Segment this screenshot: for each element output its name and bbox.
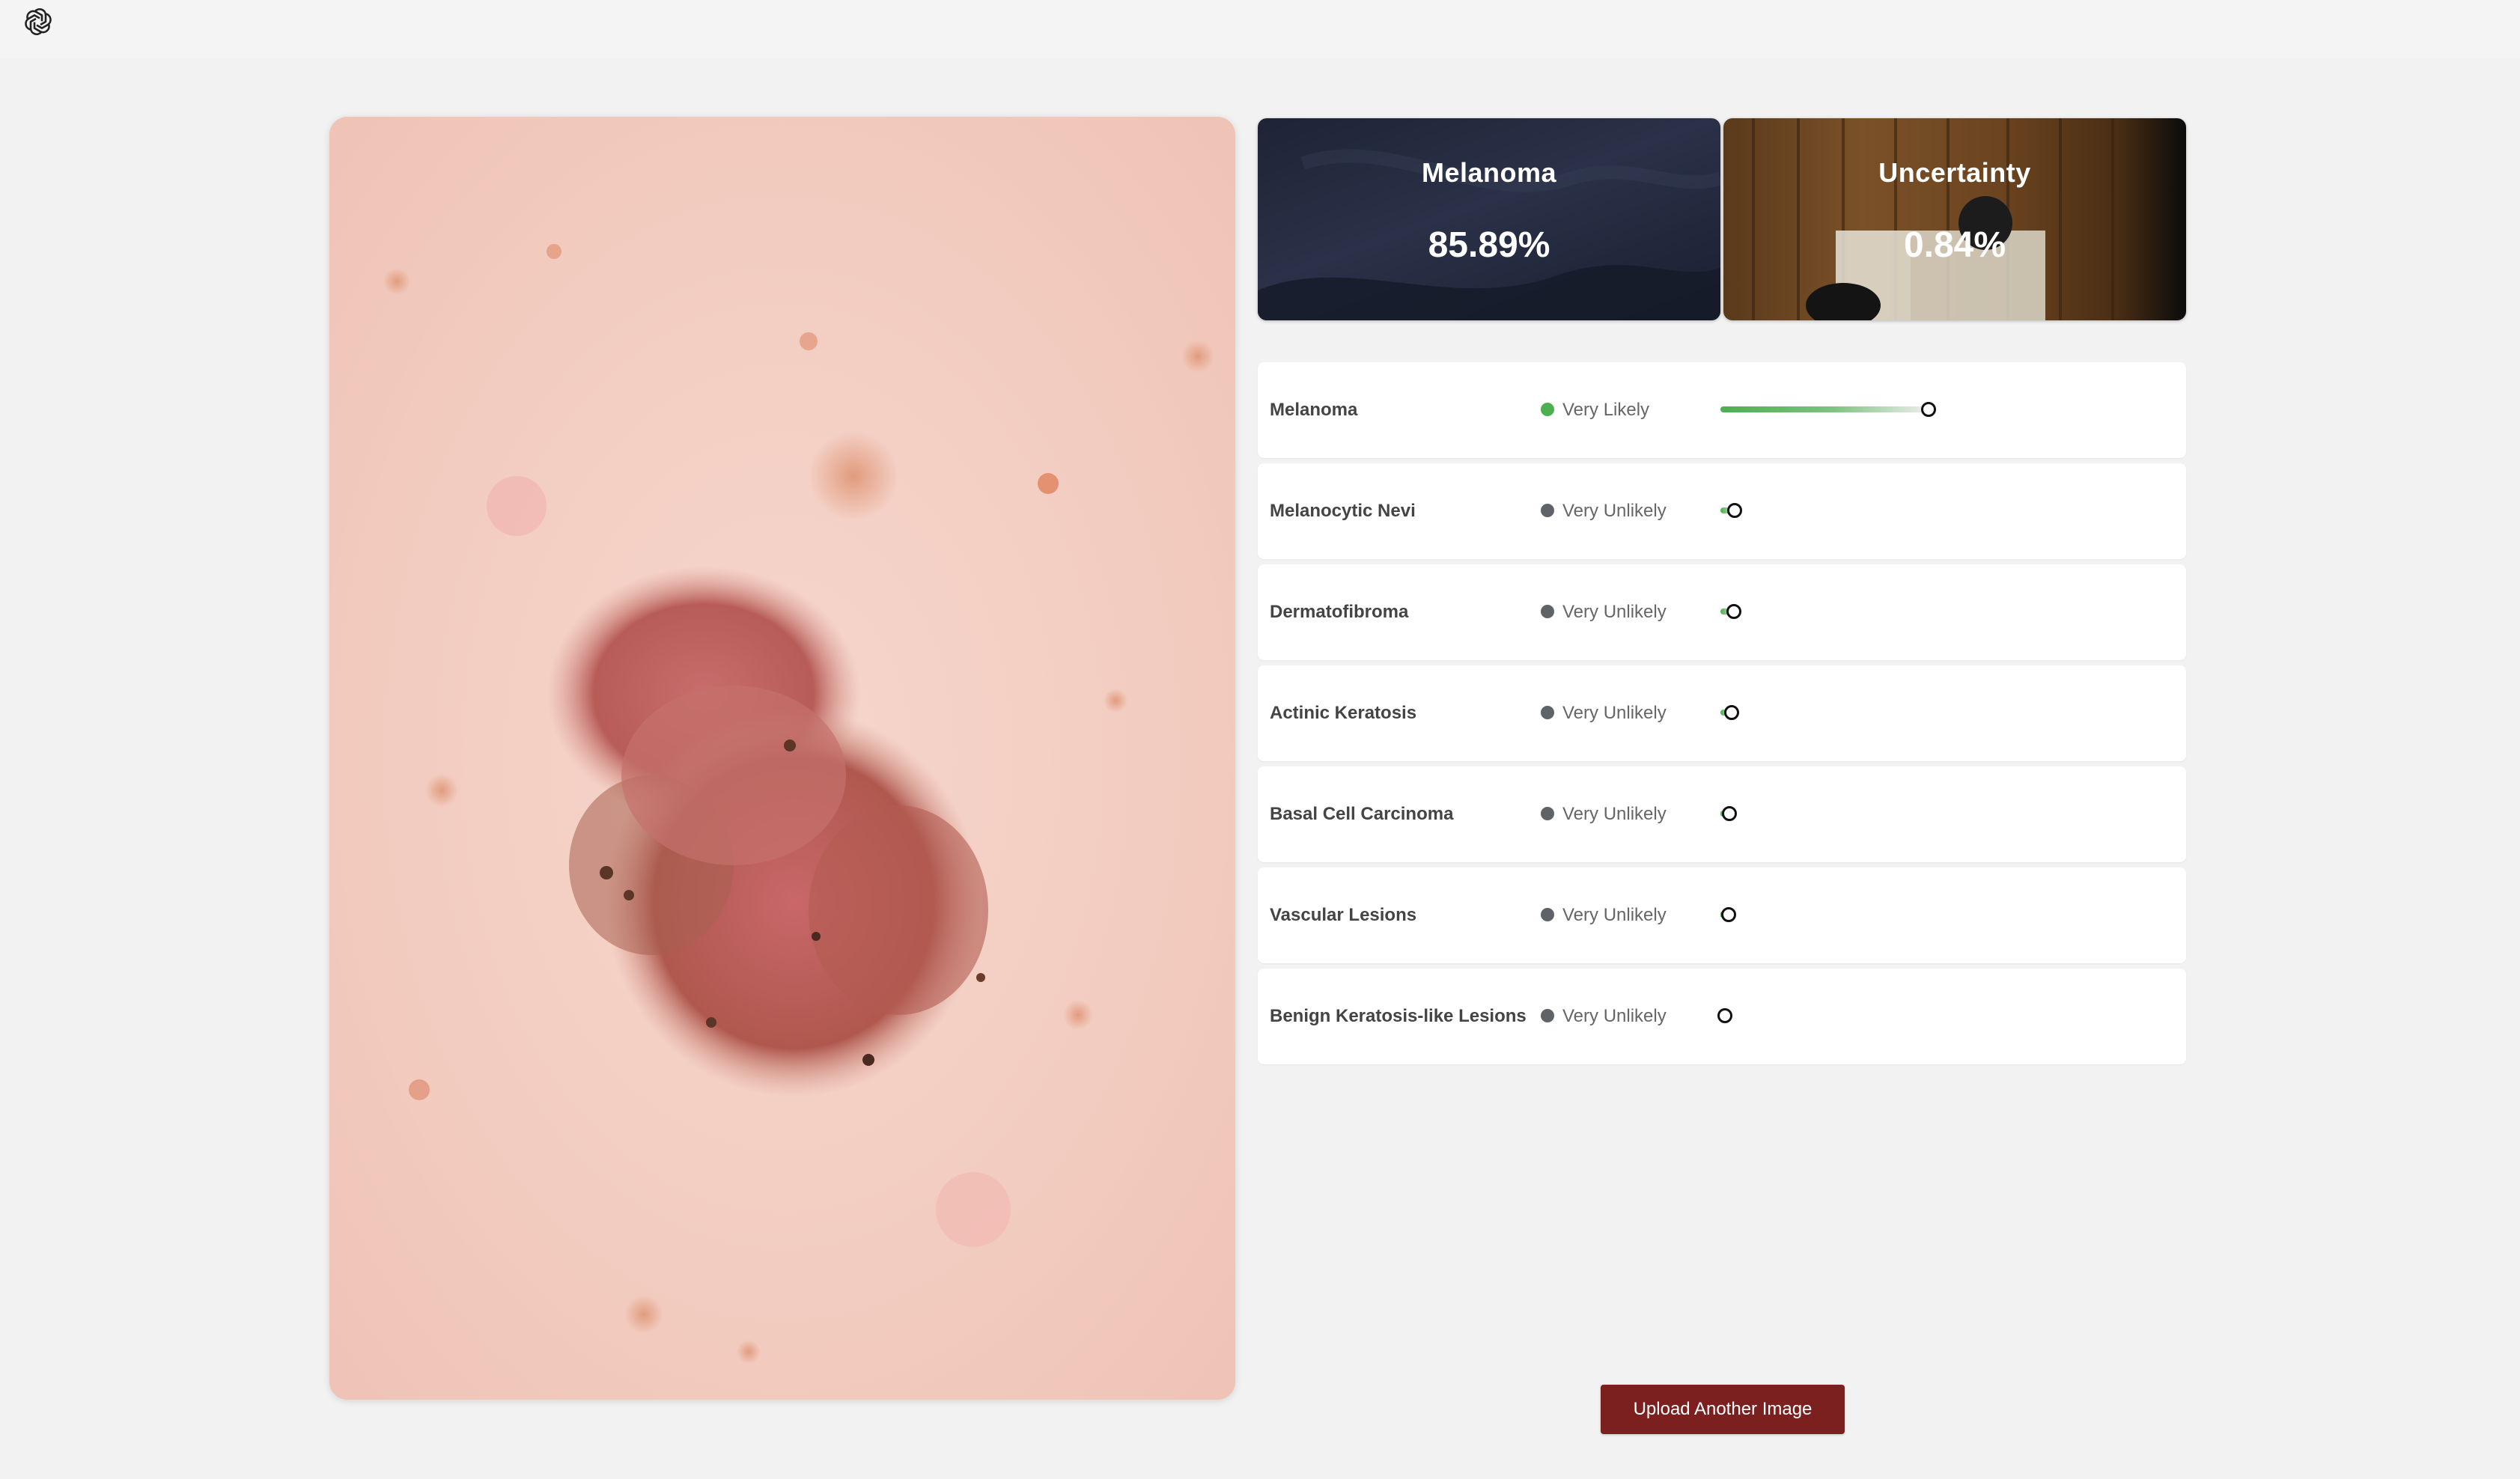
result-row-melanocytic-nevi: Melanocytic Nevi Very Unlikely <box>1258 463 2186 559</box>
probability-bar <box>1720 503 2110 518</box>
status-dot-icon <box>1541 402 1554 416</box>
result-label: Vascular Lesions <box>1270 905 1417 925</box>
result-status-text: Very Likely <box>1562 400 1650 420</box>
uncertainty-title: Uncertainty <box>1878 157 2031 188</box>
result-row-vascular-lesions: Vascular Lesions Very Unlikely <box>1258 867 2186 963</box>
result-row-dermatofibroma: Dermatofibroma Very Unlikely <box>1258 564 2186 660</box>
results-list: Melanoma Very Likely Melanocytic Nevi Ve… <box>1258 362 2186 1070</box>
status-dot-icon <box>1541 1008 1554 1022</box>
result-row-melanoma: Melanoma Very Likely <box>1258 362 2186 458</box>
status-dot-icon <box>1541 604 1554 618</box>
result-status: Very Unlikely <box>1541 766 1667 862</box>
result-status-text: Very Unlikely <box>1562 1006 1667 1026</box>
uncertainty-card: Uncertainty 0.84% <box>1723 118 2186 320</box>
upload-another-image-button[interactable]: Upload Another Image <box>1601 1385 1845 1434</box>
card-background <box>1752 118 2114 320</box>
probability-marker <box>1717 1008 1732 1023</box>
status-dot-icon <box>1541 503 1554 517</box>
result-status: Very Unlikely <box>1541 564 1667 660</box>
status-dot-icon <box>1541 705 1554 719</box>
result-label: Actinic Keratosis <box>1270 703 1417 723</box>
status-dot-icon <box>1541 806 1554 820</box>
probability-bar <box>1717 1008 2110 1023</box>
result-status: Very Unlikely <box>1541 969 1667 1064</box>
probability-bar <box>1720 705 2110 720</box>
probability-fill <box>1720 406 1924 412</box>
uncertainty-value: 0.84% <box>1903 225 2006 265</box>
result-status-text: Very Unlikely <box>1562 602 1667 622</box>
result-status-text: Very Unlikely <box>1562 905 1667 925</box>
prediction-title: Melanoma <box>1421 157 1557 188</box>
result-label: Melanoma <box>1270 400 1358 420</box>
result-status: Very Unlikely <box>1541 867 1667 963</box>
result-row-basal-cell-carcinoma: Basal Cell Carcinoma Very Unlikely <box>1258 766 2186 862</box>
result-label: Dermatofibroma <box>1270 602 1409 622</box>
probability-marker <box>1720 907 1736 922</box>
card-background <box>1258 149 1720 320</box>
probability-bar <box>1720 907 2110 922</box>
top-bar <box>0 0 2520 58</box>
probability-marker <box>1721 806 1737 821</box>
result-status: Very Likely <box>1541 362 1649 458</box>
lesion-image <box>329 117 1235 1400</box>
result-status-text: Very Unlikely <box>1562 804 1667 824</box>
probability-bar <box>1720 806 2110 821</box>
result-row-benign-keratosis: Benign Keratosis-like Lesions Very Unlik… <box>1258 969 2186 1064</box>
status-dot-icon <box>1541 907 1554 921</box>
openai-logo-icon[interactable] <box>19 3 57 40</box>
probability-marker <box>1726 604 1741 619</box>
result-status: Very Unlikely <box>1541 665 1667 761</box>
result-label: Melanocytic Nevi <box>1270 501 1416 521</box>
result-label: Benign Keratosis-like Lesions <box>1270 1006 1527 1026</box>
probability-marker <box>1723 705 1739 720</box>
probability-bar <box>1720 402 2110 417</box>
result-status: Very Unlikely <box>1541 463 1667 559</box>
result-status-text: Very Unlikely <box>1562 501 1667 521</box>
probability-marker <box>1727 503 1743 518</box>
prediction-card: Melanoma 85.89% <box>1258 118 1720 320</box>
prediction-value: 85.89% <box>1428 225 1550 265</box>
probability-bar <box>1720 604 2110 619</box>
result-status-text: Very Unlikely <box>1562 703 1667 723</box>
result-label: Basal Cell Carcinoma <box>1270 804 1454 824</box>
probability-marker <box>1920 402 1936 417</box>
result-row-actinic-keratosis: Actinic Keratosis Very Unlikely <box>1258 665 2186 761</box>
